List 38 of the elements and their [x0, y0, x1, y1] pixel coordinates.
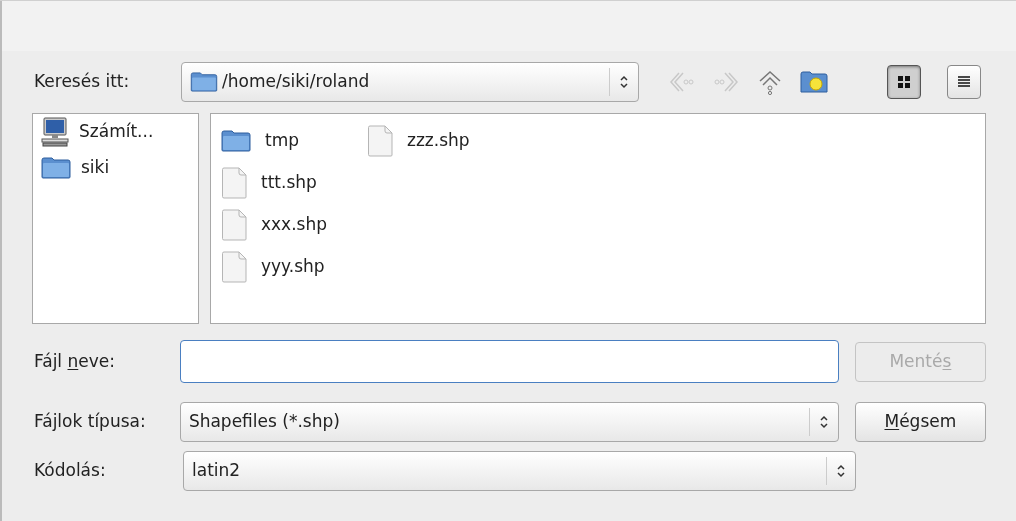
file-item[interactable]: ttt.shp	[221, 162, 327, 204]
file-item[interactable]: tmp	[221, 120, 327, 162]
filename-field[interactable]	[179, 340, 839, 383]
list-view-button[interactable]	[947, 65, 981, 99]
folder-icon	[41, 157, 71, 179]
grid-view-icon	[896, 74, 912, 90]
document-icon	[221, 251, 247, 283]
folder-icon	[190, 72, 218, 92]
location-combo[interactable]: /home/siki/roland	[181, 62, 639, 102]
encoding-combo[interactable]: latin2	[183, 451, 856, 491]
file-item[interactable]: zzz.shp	[367, 120, 470, 162]
icons-view-button[interactable]	[887, 65, 921, 99]
forward-arrow-icon	[713, 71, 739, 93]
up-down-arrows-icon	[836, 464, 846, 478]
document-icon	[221, 209, 247, 241]
document-icon	[221, 167, 247, 199]
up-down-arrows-icon	[818, 415, 829, 429]
list-view-icon	[956, 74, 972, 90]
combo-value: /home/siki/roland	[182, 69, 609, 95]
filetype-label: Fájlok típusa:	[33, 410, 147, 434]
filename-label: Fájl neve:	[33, 349, 116, 373]
file-item[interactable]: xxx.shp	[221, 204, 327, 246]
filetype-combo[interactable]: Shapefiles (*.shp)	[179, 402, 839, 442]
combo-value: latin2	[191, 459, 242, 483]
place-item[interactable]: siki	[41, 154, 198, 182]
folder-icon	[221, 130, 251, 152]
combo-value: Shapefiles (*.shp)	[187, 410, 341, 434]
up-down-arrows-icon	[619, 75, 629, 89]
encoding-label: Kódolás:	[33, 459, 107, 483]
location-label: Keresés itt:	[33, 70, 131, 94]
document-icon	[367, 125, 393, 157]
place-item[interactable]: Számít...	[41, 118, 198, 146]
back-arrow-icon	[669, 71, 695, 93]
computer-icon	[41, 117, 69, 147]
file-item[interactable]: yyy.shp	[221, 246, 327, 288]
up-arrow-icon	[758, 69, 782, 95]
cancel-button[interactable]: Mégsem	[854, 402, 986, 442]
new-folder-icon	[800, 70, 828, 94]
